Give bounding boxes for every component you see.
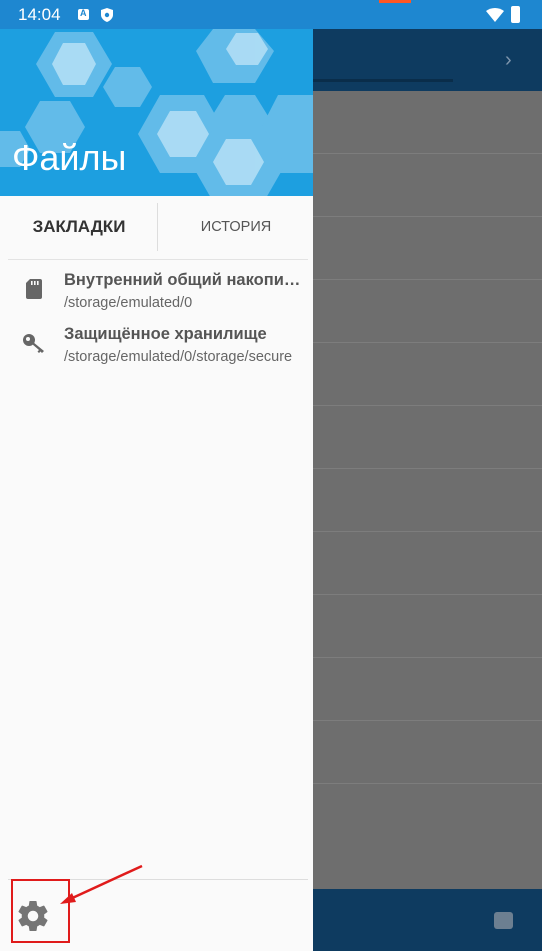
tab-divider [157,203,158,251]
list-divider [313,153,542,154]
list-divider [313,405,542,406]
chevron-right-icon: › [505,49,512,71]
list-divider [313,720,542,721]
bookmark-secure-storage[interactable]: Защищённое хранилище /storage/emulated/0… [0,317,313,371]
list-divider [313,216,542,217]
tab-history[interactable]: История [159,196,313,258]
wifi-icon [486,8,504,22]
bookmark-path: /storage/emulated/0/storage/secure [64,349,293,365]
list-divider [313,279,542,280]
drawer-title: Файлы [12,137,127,178]
list-divider [313,468,542,469]
bookmark-title: Защищённое хранилище [64,325,267,343]
list-divider [313,783,542,784]
bookmark-title: Внутренний общий накопитель [64,271,308,289]
annotation-arrow [60,864,143,904]
battery-icon [511,6,520,23]
tab-bookmarks[interactable]: Закладки [0,196,158,258]
tabs-divider [8,259,308,260]
list-divider [313,342,542,343]
status-time: 14:04 [18,5,61,24]
tab-label: Закладки [32,217,126,236]
key-icon [23,334,44,353]
toolbar-progress-line [313,79,453,82]
status-notification-strip [379,0,411,3]
sd-card-icon [26,279,42,299]
bookmark-path: /storage/emulated/0 [64,295,193,311]
accessibility-icon [78,8,89,20]
list-divider [313,594,542,595]
drawer-header: Файлы [0,29,313,196]
bookmark-tabs: Закладки История [0,196,313,258]
shield-icon [101,8,113,22]
search-icon[interactable] [494,912,513,929]
navigation-drawer: Файлы Закладки История Внутренний общий … [0,29,313,951]
list-divider [313,657,542,658]
bookmark-internal-storage[interactable]: Внутренний общий накопитель /storage/emu… [0,263,313,317]
list-divider [313,531,542,532]
status-bar: 14:04 [0,0,542,29]
tab-label: История [200,219,272,235]
